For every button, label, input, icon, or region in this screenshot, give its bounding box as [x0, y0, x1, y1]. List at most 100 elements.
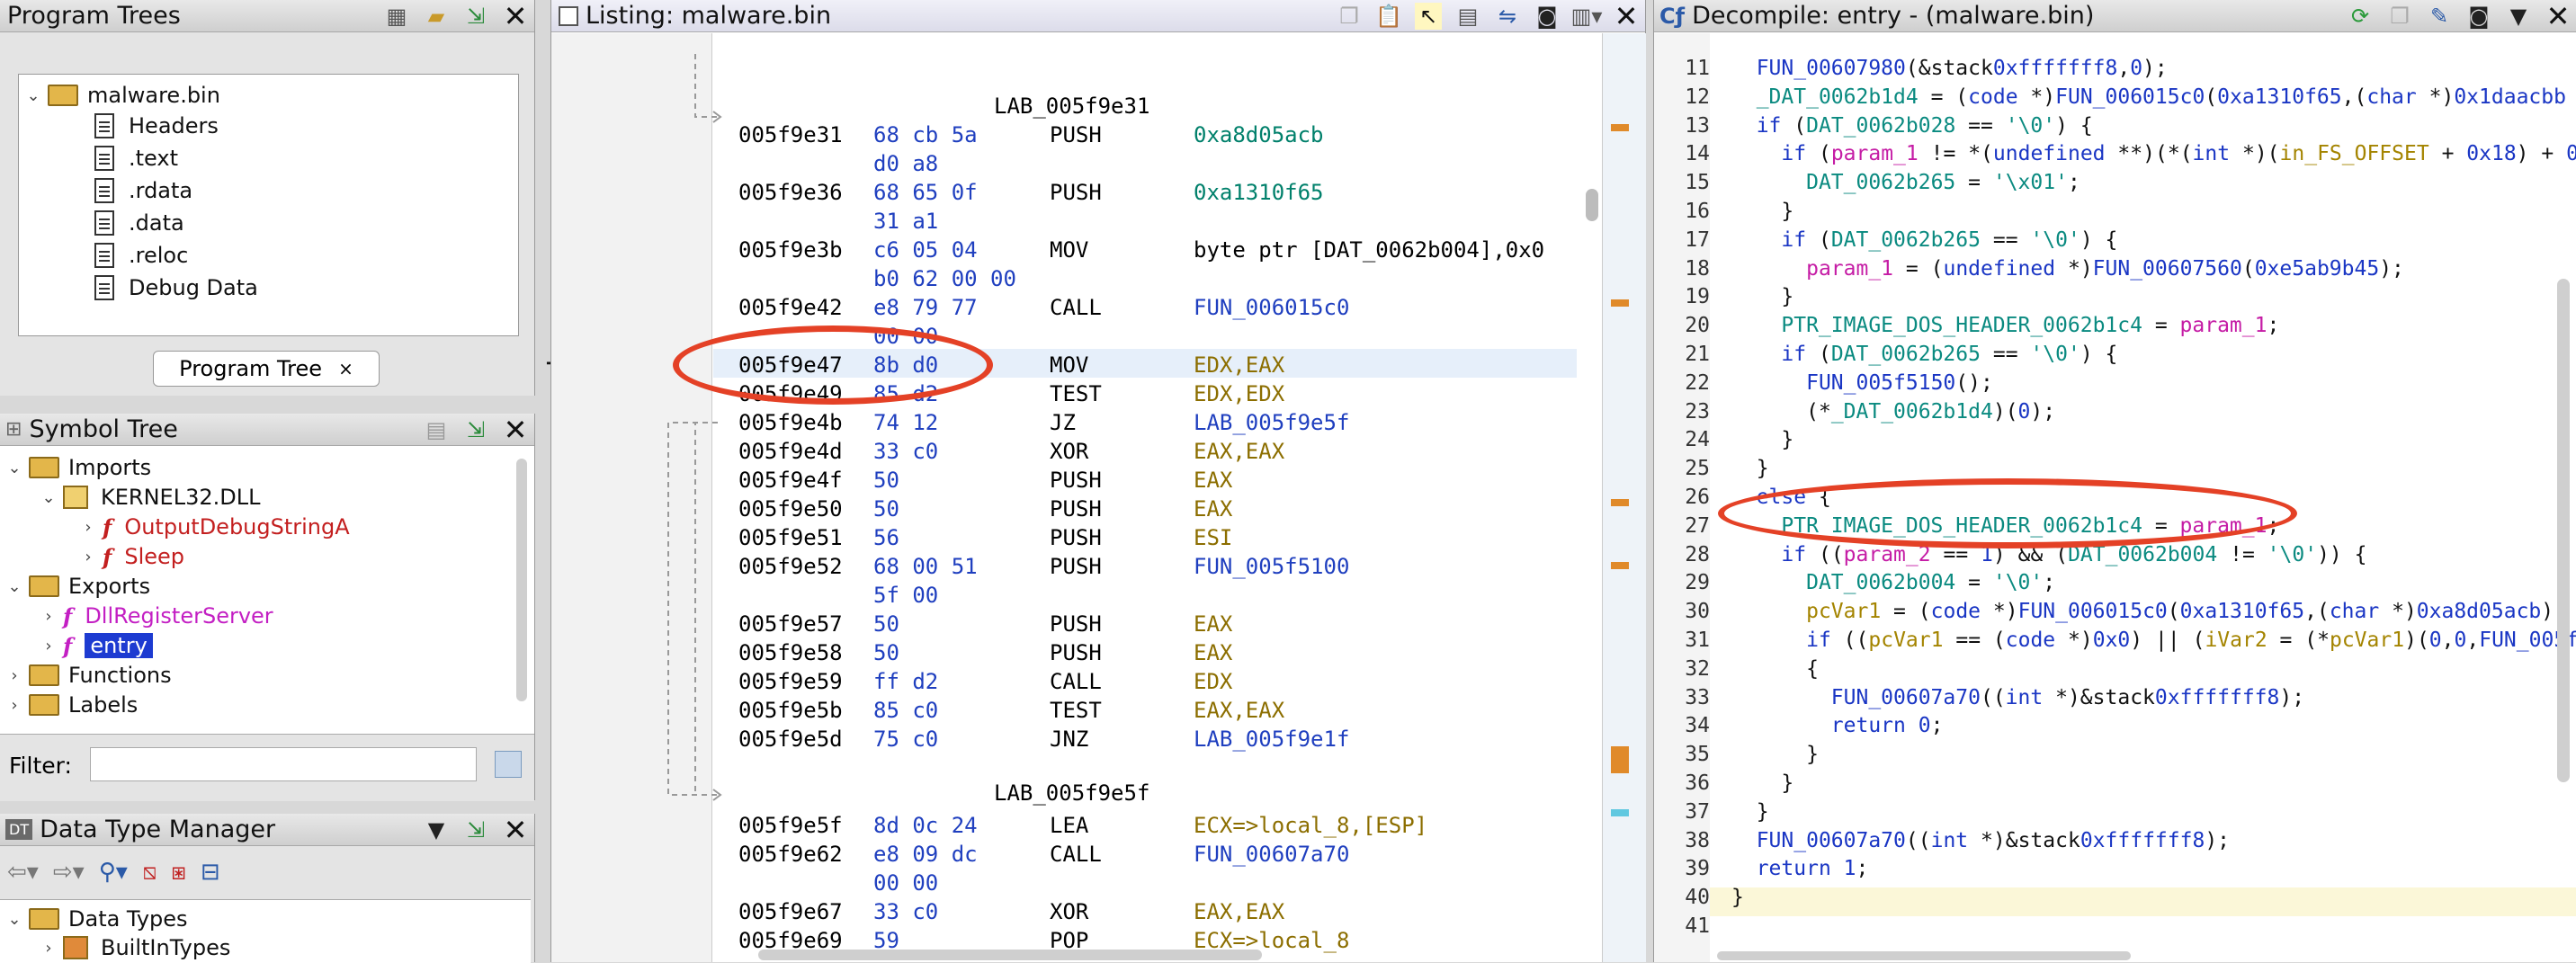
decompile-line[interactable]: 13 if (DAT_0062b028 == '\0') {: [1654, 111, 2092, 140]
decompile-line[interactable]: 17 if (DAT_0062b265 == '\0') {: [1654, 226, 2117, 254]
decompile-line[interactable]: 36 }: [1654, 769, 1793, 798]
decompile-line[interactable]: 31 if ((pcVar1 == (code *)0x0) || (iVar2…: [1654, 626, 2576, 655]
operand[interactable]: EAX: [1194, 640, 1232, 665]
operand[interactable]: EDX: [1194, 669, 1232, 694]
close-icon[interactable]: ✕: [502, 413, 529, 447]
options-dropdown-icon[interactable]: ▥▾: [1571, 3, 1603, 30]
operand[interactable]: EAX: [1194, 496, 1232, 522]
tree-section-item[interactable]: Headers: [94, 111, 219, 141]
decompile-line[interactable]: 39 return 1;: [1654, 854, 1868, 883]
collapse-icon[interactable]: ⌄: [5, 577, 23, 596]
decompile-line[interactable]: 25 }: [1654, 454, 1768, 483]
decompile-line[interactable]: 11 FUN_00607980(&stack0xfffffff8,0);: [1654, 54, 2167, 83]
tab-close-icon[interactable]: ×: [338, 358, 353, 379]
operand[interactable]: FUN_00607a70: [1194, 842, 1349, 867]
decompile-line[interactable]: 38 FUN_00607a70((int *)&stack0xfffffff8)…: [1654, 826, 2230, 855]
tree-import-func[interactable]: › f Sleep: [79, 541, 184, 572]
code-label[interactable]: LAB_005f9e31: [994, 92, 1149, 120]
refresh-icon[interactable]: ⟳: [2347, 3, 2374, 30]
decompile-line[interactable]: 41: [1654, 912, 1731, 941]
expand-icon[interactable]: ›: [79, 548, 97, 566]
expand-icon[interactable]: ›: [5, 666, 23, 685]
close-icon[interactable]: ✕: [502, 813, 529, 847]
filter-types-icon[interactable]: ⚲▾: [99, 859, 128, 886]
open-folder-icon[interactable]: ▰: [423, 3, 450, 30]
expand-icon[interactable]: ›: [40, 607, 58, 626]
operand[interactable]: FUN_006015c0: [1194, 295, 1349, 320]
collapse-icon[interactable]: ⌄: [24, 86, 42, 105]
tree-dll[interactable]: ⌄ KERNEL32.DLL: [40, 482, 260, 513]
tree-section-item[interactable]: .text: [94, 143, 178, 174]
copy-icon[interactable]: ❐: [1336, 3, 1363, 30]
operand[interactable]: 0xa1310f65: [1194, 180, 1324, 205]
horizontal-scrollbar[interactable]: [1717, 951, 2131, 960]
listing-scrollbar[interactable]: [1586, 189, 1598, 221]
decompile-line[interactable]: 21 if (DAT_0062b265 == '\0') {: [1654, 340, 2117, 369]
decompile-line[interactable]: 30 pcVar1 = (code *)FUN_006015c0(0xa1310…: [1654, 597, 2566, 626]
decompile-line[interactable]: 40}: [1654, 883, 1744, 912]
filter-options-icon[interactable]: [495, 751, 522, 778]
operand[interactable]: EDX,EAX: [1194, 352, 1284, 378]
new-view-icon[interactable]: ▦: [383, 3, 410, 30]
tree-imports[interactable]: ⌄ Imports: [5, 452, 151, 483]
operand[interactable]: 0xa8d05acb: [1194, 122, 1324, 147]
snapshot-icon[interactable]: ⇲: [462, 3, 489, 30]
operand[interactable]: FUN_005f5100: [1194, 554, 1349, 579]
vertical-scrollbar[interactable]: [516, 459, 527, 701]
tree-section-item[interactable]: .reloc: [94, 240, 188, 271]
operand[interactable]: EAX: [1194, 468, 1232, 493]
operand[interactable]: EAX,EAX: [1194, 698, 1284, 723]
decompile-line[interactable]: 15 DAT_0062b265 = '\x01';: [1654, 168, 2080, 197]
tree-exports[interactable]: ⌄ Exports: [5, 571, 150, 602]
snapshot-camera-icon[interactable]: ◙: [1534, 3, 1561, 30]
collapse-icon[interactable]: ⌄: [5, 910, 23, 929]
operand[interactable]: EAX,EAX: [1194, 439, 1284, 464]
field-edit-icon[interactable]: ▤: [1454, 3, 1481, 30]
tree-export-func-selected[interactable]: › f entry: [40, 630, 153, 661]
operand[interactable]: LAB_005f9e5f: [1194, 410, 1349, 435]
tree-builtin-types[interactable]: › BuiltInTypes: [40, 932, 230, 963]
copy-icon[interactable]: ❐: [2386, 3, 2413, 30]
menu-dropdown-icon[interactable]: ▼: [423, 816, 450, 843]
expand-icon[interactable]: ›: [79, 518, 97, 537]
operand[interactable]: EDX,EDX: [1194, 381, 1284, 406]
expand-icon[interactable]: ›: [40, 939, 58, 958]
decompile-line[interactable]: 27 PTR_IMAGE_DOS_HEADER_0062b1c4 = param…: [1654, 512, 2279, 540]
options-dropdown-icon[interactable]: ▼: [2505, 3, 2532, 30]
code-label[interactable]: LAB_005f9e5f: [994, 779, 1149, 807]
expand-icon[interactable]: ›: [40, 637, 58, 655]
decompile-line[interactable]: 28 if ((param_2 == 1) && (DAT_0062b004 !…: [1654, 540, 2366, 569]
decompile-line[interactable]: 33 FUN_00607a70((int *)&stack0xfffffff8)…: [1654, 683, 2304, 712]
filter-pointers-icon[interactable]: ⧆: [171, 859, 186, 887]
tree-functions[interactable]: › Functions: [5, 660, 171, 691]
decompile-line[interactable]: 37 }: [1654, 798, 1768, 826]
tree-export-func[interactable]: › f DllRegisterServer: [40, 601, 273, 631]
tree-import-func[interactable]: › f OutputDebugStringA: [79, 512, 349, 542]
operand[interactable]: ESI: [1194, 525, 1232, 550]
decompile-line[interactable]: 24 }: [1654, 425, 1793, 454]
horizontal-scrollbar[interactable]: [758, 950, 1262, 960]
decompile-line[interactable]: 16 }: [1654, 197, 1793, 226]
tree-data-types[interactable]: ⌄ Data Types: [5, 904, 187, 934]
decompile-line[interactable]: 23 (*_DAT_0062b1d4)(0);: [1654, 397, 2055, 426]
collapse-all-icon[interactable]: ⊟: [201, 859, 220, 886]
dtm-tree[interactable]: ⌄ Data Types › BuiltInTypes: [0, 899, 531, 963]
paste-icon[interactable]: 📋: [1375, 3, 1402, 30]
snapshot-camera-icon[interactable]: ◙: [2465, 3, 2492, 30]
decompile-line[interactable]: 19 }: [1654, 282, 1793, 311]
operand[interactable]: LAB_005f9e1f: [1194, 727, 1349, 752]
tree-labels[interactable]: › Labels: [5, 690, 138, 720]
decompile-line[interactable]: 12 _DAT_0062b1d4 = (code *)FUN_006015c0(…: [1654, 83, 2566, 111]
snapshot-icon[interactable]: ⇲: [462, 816, 489, 843]
close-icon[interactable]: ✕: [502, 0, 529, 33]
program-tree-view[interactable]: ⌄ malware.bin Headers .text .rdata .data .re…: [18, 74, 519, 336]
close-icon[interactable]: ✕: [2545, 0, 2572, 33]
operand[interactable]: ECX=>local_8,[ESP]: [1194, 813, 1427, 838]
decompile-line[interactable]: 18 param_1 = (undefined *)FUN_00607560(0…: [1654, 254, 2404, 283]
decompile-line[interactable]: 14 if (param_1 != *(undefined **)(*(int …: [1654, 139, 2576, 168]
decompile-line[interactable]: 20 PTR_IMAGE_DOS_HEADER_0062b1c4 = param…: [1654, 311, 2279, 340]
close-icon[interactable]: ✕: [1613, 0, 1640, 33]
decompile-line[interactable]: 34 return 0;: [1654, 711, 1943, 740]
decompile-line[interactable]: 22 FUN_005f5150();: [1654, 369, 1993, 397]
tree-section-item[interactable]: Debug Data: [94, 272, 258, 303]
